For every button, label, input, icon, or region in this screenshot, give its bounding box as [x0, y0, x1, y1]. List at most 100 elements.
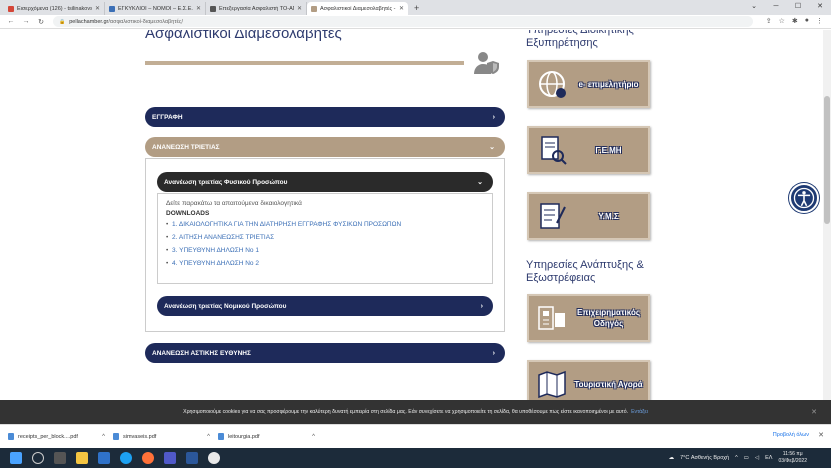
close-icon[interactable]: ✕	[811, 408, 817, 416]
tab-title: Ασφαλιστικοί Διαμεσολαβητές - ...	[320, 5, 396, 12]
downloads-bar: receipts_per_block....pdf ^ simvaseis.pdf…	[0, 424, 831, 448]
file-explorer-icon[interactable]	[76, 452, 88, 464]
tray-chevron-icon[interactable]: ^	[735, 455, 738, 461]
card-yms[interactable]: Υ.Μ.Σ	[527, 192, 650, 240]
system-tray: ☁ 7°C Ασθενής Βροχή ^ ▭ ◁ ΕΛ 11:56 πμ 03…	[669, 448, 807, 468]
close-icon[interactable]: ✕	[196, 5, 201, 12]
browser-tab[interactable]: Εισερχόμενα (126) - tsilinakovsa...✕	[4, 2, 105, 15]
tab-title: ΕΓΚΥΚΛΙΟΙ – ΝΟΜΟΙ – Ε.Σ.Ε.Ε.	[118, 5, 193, 12]
accordion-astiki[interactable]: ΑΝΑΝΕΩΣΗ ΑΣΤΙΚΗΣ ΕΥΘΥΝΗΣ ›	[145, 343, 505, 363]
accordion-label: ΑΝΑΝΕΩΣΗ ΑΣΤΙΚΗΣ ΕΥΘΥΝΗΣ	[152, 349, 251, 357]
minimize-icon[interactable]: ─	[765, 0, 787, 13]
weather-icon: ☁	[668, 455, 675, 461]
chrome-icon[interactable]	[208, 452, 220, 464]
show-all-downloads-button[interactable]: Προβολή όλων	[773, 432, 809, 438]
pdf-icon	[8, 433, 14, 440]
forward-icon[interactable]: →	[22, 18, 30, 25]
edge-icon[interactable]	[120, 452, 132, 464]
weather-text[interactable]: 7°C Ασθενής Βροχή	[680, 455, 729, 461]
downloads-box: Δείτε παρακάτω τα απαιτούμενα δικαιολογη…	[157, 193, 493, 284]
accordion-ananeosi[interactable]: ΑΝΑΝΕΩΣΗ ΤΡΙΕΤΙΑΣ ⌄	[145, 137, 505, 157]
teams-icon[interactable]	[164, 452, 176, 464]
browser-tab[interactable]: ΕΓΚΥΚΛΙΟΙ – ΝΟΜΟΙ – Ε.Σ.Ε.Ε. ✕	[105, 2, 206, 15]
volume-icon[interactable]: ◁	[755, 455, 759, 461]
language-indicator[interactable]: ΕΛ	[765, 455, 772, 461]
windows-start-icon[interactable]	[10, 452, 22, 464]
mail-icon[interactable]	[98, 452, 110, 464]
document-search-icon	[541, 136, 567, 165]
site-icon	[109, 5, 115, 12]
chevron-down-icon: ⌄	[489, 144, 495, 151]
chevron-down-icon: ⌄	[477, 179, 483, 186]
word-icon[interactable]	[186, 452, 198, 464]
scrollbar[interactable]	[823, 30, 831, 400]
profile-icon[interactable]: ●	[805, 17, 809, 25]
url-path: /ασφαλιστικοί-διαμεσολαβητές/	[108, 18, 184, 25]
download-item[interactable]: simvaseis.pdf ^	[113, 433, 210, 440]
page-title: Ασφαλιστικοί Διαμεσολαβητές	[145, 30, 342, 42]
network-icon[interactable]: ▭	[744, 455, 749, 461]
chevron-up-icon[interactable]: ^	[312, 434, 315, 440]
card-gemi[interactable]: Γ.Ε.ΜΗ	[527, 126, 650, 174]
browser-tab-active[interactable]: Ασφαλιστικοί Διαμεσολαβητές - ... ✕	[307, 2, 408, 15]
accessibility-button[interactable]	[789, 183, 819, 213]
cookie-text: Χρησιμοποιούμε cookies για να σας προσφέ…	[183, 409, 629, 415]
address-bar: ← → ↻ 🔒 pellachamber.gr/ασφαλιστικοί-δια…	[0, 15, 831, 29]
download-list: 1. ΔΙΚΑΙΟΛΟΓΗΤΙΚΑ ΓΙΑ ΤΗΝ ΔΙΑΤΗΡΗΣΗ ΕΓΓΡ…	[166, 221, 484, 267]
accordion-nomiko[interactable]: Ανανέωση τριετίας Νομικού Προσώπου ›	[157, 296, 493, 316]
accordion-label: Ανανέωση τριετίας Φυσικού Προσώπου	[164, 178, 288, 186]
cookie-accept-link[interactable]: Εντάξει	[631, 409, 648, 415]
search-icon[interactable]	[32, 452, 44, 464]
download-filename: leitourgia.pdf	[228, 433, 260, 440]
close-icon[interactable]: ✕	[818, 431, 824, 439]
download-item[interactable]: receipts_per_block....pdf ^	[8, 433, 105, 440]
close-window-icon[interactable]: ✕	[809, 0, 831, 13]
back-icon[interactable]: ←	[7, 18, 15, 25]
close-icon[interactable]: ✕	[95, 5, 100, 12]
page-content: Ασφαλιστικοί Διαμεσολαβητές ΕΓΓΡΑΦΗ › ΑΝΑ…	[0, 30, 831, 400]
title-underline	[145, 61, 464, 65]
download-link[interactable]: 4. ΥΠΕΥΘΥΝΗ ΔΗΛΩΣΗ Νο 2	[166, 260, 484, 267]
download-link[interactable]: 1. ΔΙΚΑΙΟΛΟΓΗΤΙΚΑ ΓΙΑ ΤΗΝ ΔΙΑΤΗΡΗΣΗ ΕΓΓΡ…	[166, 221, 484, 228]
accordion-label: ΕΓΓΡΑΦΗ	[152, 113, 183, 121]
window-controls: ⌄ ─ ☐ ✕	[743, 0, 831, 13]
reload-icon[interactable]: ↻	[37, 18, 45, 26]
star-icon[interactable]: ☆	[779, 17, 785, 25]
accordion-fysiko[interactable]: Ανανέωση τριετίας Φυσικού Προσώπου ⌄	[157, 172, 493, 192]
lead-text: Δείτε παρακάτω τα απαιτούμενα δικαιολογη…	[166, 200, 302, 207]
globe-gear-icon	[539, 71, 566, 98]
close-icon[interactable]: ✕	[399, 5, 404, 12]
card-label: Τουριστική Αγορά	[574, 379, 643, 389]
accordion-eggrafi[interactable]: ΕΓΓΡΑΦΗ ›	[145, 107, 505, 127]
chevron-up-icon[interactable]: ^	[207, 434, 210, 440]
share-icon[interactable]: ⇪	[766, 17, 772, 25]
download-item[interactable]: leitourgia.pdf ^	[218, 433, 315, 440]
card-odigos[interactable]: Επιχειρηματικός Οδηγός	[527, 294, 650, 342]
task-view-icon[interactable]	[54, 452, 66, 464]
chevron-up-icon[interactable]: ^	[102, 434, 105, 440]
menu-icon[interactable]: ⋮	[816, 17, 823, 25]
extensions-icon[interactable]: ✱	[792, 17, 798, 25]
accordion-label: ΑΝΑΝΕΩΣΗ ΤΡΙΕΤΙΑΣ	[152, 143, 220, 151]
url-host: pellachamber.gr	[69, 18, 109, 25]
maximize-icon[interactable]: ☐	[787, 0, 809, 13]
card-agora[interactable]: Τουριστική Αγορά	[527, 360, 650, 400]
tab-title: Εισερχόμενα (126) - tsilinakovsa...	[17, 5, 92, 12]
url-field[interactable]: 🔒 pellachamber.gr/ασφαλιστικοί-διαμεσολα…	[53, 16, 753, 27]
site-icon	[311, 5, 317, 12]
close-icon[interactable]: ✕	[297, 5, 302, 12]
scrollbar-thumb[interactable]	[824, 96, 830, 224]
new-tab-button[interactable]: +	[414, 3, 419, 13]
card-label: Επιχειρηματικός Οδηγός	[577, 308, 640, 328]
firefox-icon[interactable]	[142, 452, 154, 464]
browser-tab[interactable]: Επεξεργασία Ασφαλιστή ΤΟ-ΑΠΟ...✕	[206, 2, 307, 15]
download-link[interactable]: 3. ΥΠΕΥΘΥΝΗ ΔΗΛΩΣΗ Νο 1	[166, 247, 484, 254]
clock[interactable]: 11:56 πμ 03/Φεβ/2022	[778, 451, 807, 465]
chevron-down-icon[interactable]: ⌄	[743, 0, 765, 13]
card-e-epimelitirio[interactable]: e- επιμελητήριο	[527, 60, 650, 108]
form-edit-icon	[540, 203, 566, 229]
tab-title: Επεξεργασία Ασφαλιστή ΤΟ-ΑΠΟ...	[219, 5, 294, 12]
gmail-icon	[8, 5, 14, 12]
site-icon	[210, 5, 216, 12]
download-link[interactable]: 2. ΑΙΤΗΣΗ ΑΝΑΝΕΩΣΗΣ ΤΡΙΕΤΙΑΣ	[166, 234, 484, 241]
